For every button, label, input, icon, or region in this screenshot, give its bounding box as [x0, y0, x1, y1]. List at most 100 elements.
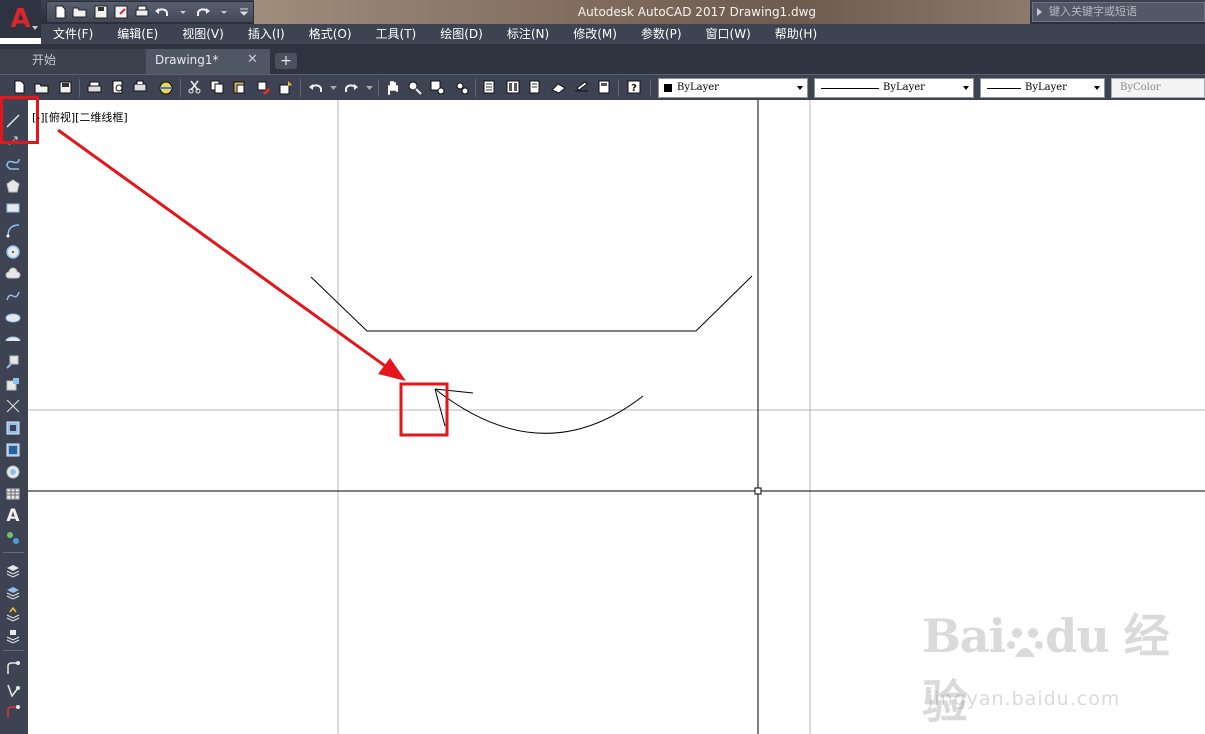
circle-tool-icon[interactable]	[4, 243, 22, 261]
menu-edit[interactable]: 编辑(E)	[105, 24, 170, 44]
tool-palettes-icon[interactable]	[527, 79, 543, 95]
lineweight-control-select[interactable]: ByLayer	[980, 78, 1105, 98]
viewport-controls-label[interactable]: [-][俯视][二维线框]	[32, 109, 128, 125]
polyline-tool-icon[interactable]	[4, 155, 22, 173]
layer-properties-icon[interactable]	[4, 561, 22, 579]
properties-icon[interactable]	[481, 79, 497, 95]
layer-isolate-icon[interactable]	[4, 627, 22, 645]
line-object[interactable]	[434, 388, 446, 427]
calculator-icon[interactable]	[596, 79, 612, 95]
chevron-down-icon[interactable]	[325, 79, 341, 95]
spline-tool-icon[interactable]	[4, 287, 22, 305]
design-center-icon[interactable]	[505, 79, 521, 95]
linetype-control-value: ByLayer	[883, 82, 925, 93]
menu-window[interactable]: 窗口(W)	[694, 24, 763, 44]
window-title: Autodesk AutoCAD 2017 Drawing1.dwg	[254, 0, 1030, 24]
search-input[interactable]: 键入关键字或短语	[1032, 2, 1205, 22]
block-editor-icon[interactable]	[278, 79, 294, 95]
markup-icon[interactable]	[573, 79, 589, 95]
rectangle-tool-icon[interactable]	[4, 199, 22, 217]
help-icon[interactable]: ?	[626, 79, 642, 95]
menu-insert[interactable]: 插入(I)	[236, 24, 297, 44]
chevron-down-icon[interactable]	[361, 79, 377, 95]
save-icon[interactable]	[92, 3, 110, 21]
zoom-realtime-icon[interactable]	[406, 79, 422, 95]
gradient-tool-icon[interactable]	[4, 441, 22, 459]
hatch-tool-icon[interactable]	[4, 419, 22, 437]
linetype-control-select[interactable]: ByLayer	[814, 78, 974, 98]
point-tool-icon[interactable]	[4, 397, 22, 415]
redo-icon[interactable]	[195, 3, 213, 21]
print-icon[interactable]	[86, 79, 102, 95]
arc-object[interactable]	[434, 388, 644, 434]
close-icon[interactable]: ✕	[247, 53, 258, 67]
menu-help[interactable]: 帮助(H)	[763, 24, 829, 44]
menu-draw[interactable]: 绘图(D)	[428, 24, 495, 44]
menu-tools[interactable]: 工具(T)	[364, 24, 429, 44]
publish-icon[interactable]	[132, 79, 148, 95]
layer-previous-icon[interactable]	[4, 605, 22, 623]
chevron-down-icon[interactable]	[215, 3, 233, 21]
new-file-icon[interactable]	[51, 3, 69, 21]
new-file-icon[interactable]	[11, 79, 27, 95]
menu-dimension[interactable]: 标注(N)	[495, 24, 561, 44]
toolbar-separator	[300, 79, 301, 97]
add-tab-button[interactable]: +	[275, 53, 297, 69]
insert-block-icon[interactable]	[4, 353, 22, 371]
print-preview-icon[interactable]	[110, 79, 126, 95]
menu-modify[interactable]: 修改(M)	[561, 24, 629, 44]
watermark-brand-prefix: Bai	[922, 609, 1006, 663]
polyline-object[interactable]	[310, 275, 753, 332]
region-tool-icon[interactable]	[4, 463, 22, 481]
cut-icon[interactable]	[186, 79, 202, 95]
menu-file[interactable]: 文件(F)	[41, 24, 105, 44]
menu-format[interactable]: 格式(O)	[297, 24, 364, 44]
dimensional-constraint-icon[interactable]	[4, 681, 22, 699]
chevron-down-icon[interactable]	[174, 3, 192, 21]
menu-view[interactable]: 视图(V)	[170, 24, 236, 44]
auto-constrain-icon[interactable]	[4, 703, 22, 721]
tab-start[interactable]: 开始	[0, 49, 146, 74]
chevron-down-icon	[963, 86, 969, 90]
layer-states-icon[interactable]	[4, 583, 22, 601]
paste-icon[interactable]	[231, 79, 247, 95]
match-properties-icon[interactable]	[255, 79, 271, 95]
ellipse-arc-tool-icon[interactable]	[4, 331, 22, 349]
3d-dwf-icon[interactable]	[157, 79, 173, 95]
application-menu-button[interactable]: A	[0, 0, 41, 38]
undo-icon[interactable]	[154, 3, 172, 21]
chevron-down-icon	[797, 86, 803, 90]
color-control-select[interactable]: ByLayer	[658, 78, 808, 98]
text-tool-icon[interactable]: A	[4, 506, 22, 526]
cursor-pickbox	[754, 487, 762, 495]
toolbar-separator	[618, 79, 619, 97]
open-folder-icon[interactable]	[33, 79, 49, 95]
open-folder-icon[interactable]	[72, 3, 90, 21]
copy-icon[interactable]	[209, 79, 225, 95]
customize-toolbar-icon[interactable]	[236, 3, 254, 21]
table-tool-icon[interactable]	[4, 485, 22, 503]
polygon-tool-icon[interactable]	[4, 177, 22, 195]
arc-tool-icon[interactable]	[4, 221, 22, 239]
plotstyle-control-select[interactable]: ByColor	[1111, 78, 1205, 98]
save-as-icon[interactable]	[113, 3, 131, 21]
revision-cloud-icon[interactable]	[4, 265, 22, 283]
geometric-constraint-icon[interactable]	[4, 659, 22, 677]
sheet-set-icon[interactable]	[550, 79, 566, 95]
add-selected-icon[interactable]	[4, 529, 22, 547]
toolbar-separator	[378, 79, 379, 97]
ellipse-tool-icon[interactable]	[4, 309, 22, 327]
linetype-preview	[821, 88, 879, 89]
pan-hand-icon[interactable]	[384, 79, 400, 95]
undo-icon[interactable]	[307, 79, 323, 95]
make-block-icon[interactable]	[4, 375, 22, 393]
menu-parametric[interactable]: 参数(P)	[629, 24, 694, 44]
zoom-previous-icon[interactable]	[453, 79, 469, 95]
quick-access-toolbar	[46, 1, 254, 23]
redo-icon[interactable]	[343, 79, 359, 95]
baidu-watermark: Bai du 经验 jingyan.baidu.com	[922, 600, 1205, 734]
line-object[interactable]	[434, 388, 474, 394]
zoom-window-icon[interactable]	[429, 79, 445, 95]
save-icon[interactable]	[57, 79, 73, 95]
print-icon[interactable]	[133, 3, 151, 21]
